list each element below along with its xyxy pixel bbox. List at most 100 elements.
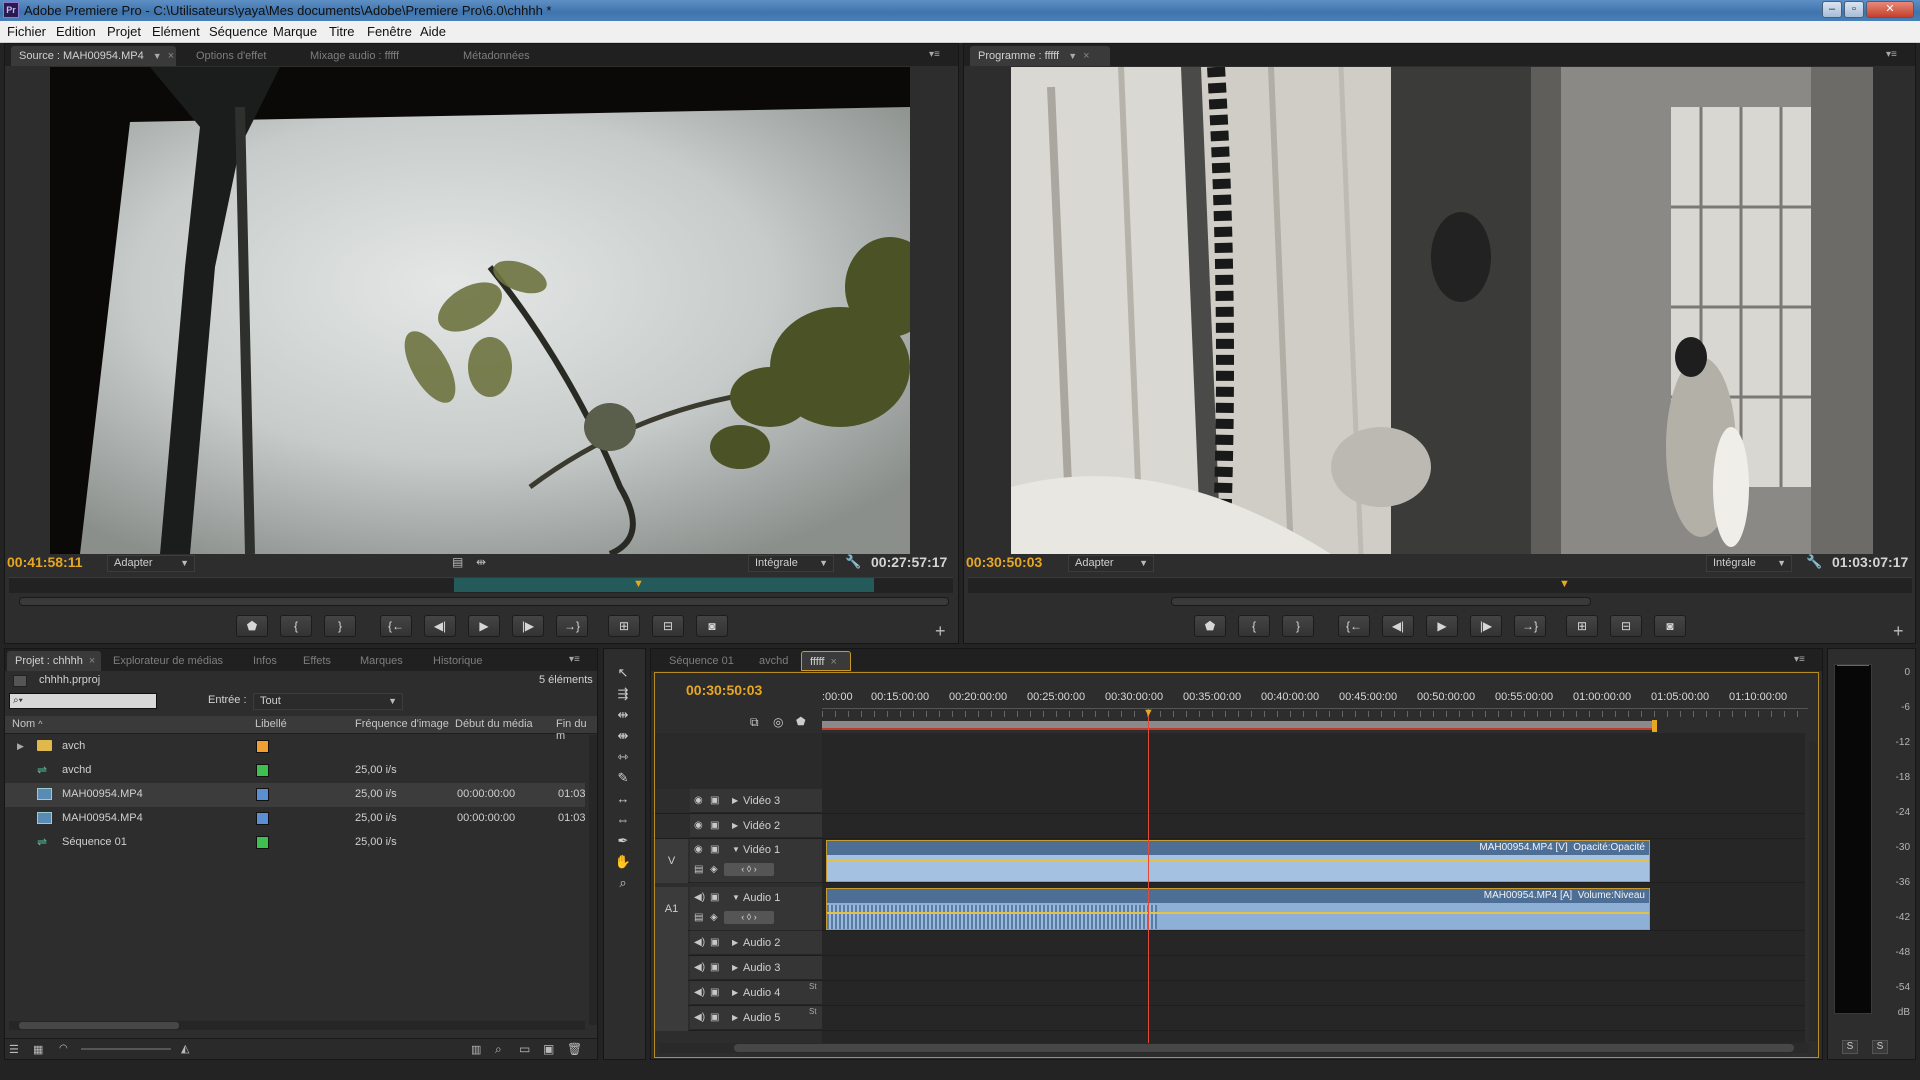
project-search-input[interactable]: ⌕▾ [9, 693, 157, 709]
tab-fffff[interactable]: fffff × [801, 651, 851, 671]
lock-icon[interactable]: ▣ [710, 987, 719, 998]
project-item-avchd[interactable]: ⇌ avchd 25,00 i/s [5, 759, 585, 783]
program-go-to-out-button[interactable]: →} [1514, 615, 1546, 637]
program-go-to-in-button[interactable]: {← [1338, 615, 1370, 637]
track-target-slot[interactable] [655, 981, 688, 1006]
source-zoom-select[interactable]: Adapter ▼ [107, 555, 195, 572]
overwrite-button[interactable]: ⊟ [652, 615, 684, 637]
track-target-slot[interactable] [655, 956, 688, 981]
lock-icon[interactable]: ▣ [710, 937, 719, 948]
timeline-vertical-scrollbar[interactable] [1809, 741, 1817, 1041]
lock-icon[interactable]: ▣ [710, 844, 719, 855]
speaker-icon[interactable]: ◀) [694, 1012, 705, 1023]
source-timecode[interactable]: 00:41:58:11 [7, 554, 83, 570]
expand-arrow-icon[interactable]: ▶ [732, 796, 738, 805]
speaker-icon[interactable]: ◀) [694, 962, 705, 973]
track-target-slot[interactable] [655, 931, 688, 956]
new-item-icon[interactable]: ▣ [543, 1042, 554, 1056]
project-item-mah00954-1[interactable]: MAH00954.MP4 25,00 i/s 00:00:00:00 01:03 [5, 783, 586, 807]
tab-media-browser[interactable]: Explorateur de médias [105, 651, 223, 671]
program-step-forward-button[interactable]: |▶ [1470, 615, 1502, 637]
add-button-icon[interactable]: + [935, 621, 946, 642]
maximize-button[interactable]: ▫ [1844, 1, 1864, 18]
tab-avchd[interactable]: avchd [751, 651, 788, 671]
project-panel-menu-icon[interactable]: ▾≡ [569, 654, 583, 665]
display-style-icon[interactable]: ▤ [694, 864, 703, 875]
rolling-edit-tool-icon[interactable]: ⇼ [613, 728, 633, 746]
lock-icon[interactable]: ▣ [710, 1012, 719, 1023]
source-quality-select[interactable]: Intégrale ▼ [748, 555, 834, 572]
drag-audio-icon[interactable]: ⇹ [476, 555, 486, 569]
col-media-start[interactable]: Début du média [455, 718, 533, 730]
speaker-icon[interactable]: ◀) [694, 987, 705, 998]
eye-icon[interactable]: ◉ [694, 820, 703, 831]
tab-effects[interactable]: Effets [295, 651, 331, 671]
track-audio-3[interactable]: ◀) ▣ ▶ Audio 3 [655, 956, 1805, 981]
insert-button[interactable]: ⊞ [608, 615, 640, 637]
menu-marque[interactable]: Marque [273, 24, 317, 39]
source-video-frame[interactable] [50, 67, 910, 554]
play-button[interactable]: ▶ [468, 615, 500, 637]
add-marker-icon[interactable]: ⬟ [796, 715, 806, 728]
export-frame-camera-icon[interactable]: ◙ [696, 615, 728, 637]
program-step-back-button[interactable]: ◀| [1382, 615, 1414, 637]
menu-fichier[interactable]: Fichier [7, 24, 46, 39]
minimize-button[interactable]: – [1822, 1, 1842, 18]
tab-sequence-01[interactable]: Séquence 01 [661, 651, 734, 671]
expand-arrow-icon[interactable]: ▶ [17, 741, 24, 752]
audio-clip[interactable]: MAH00954.MP4 [A] Volume:Niveau [826, 888, 1650, 930]
track-video-1[interactable]: V ◉ ▣ ▼ Vidéo 1 ▤ ◈ ‹ ◊ › MAH00954.MP4 [… [655, 839, 1805, 883]
track-audio-2[interactable]: ◀) ▣ ▶ Audio 2 [655, 931, 1805, 956]
project-item-mah00954-2[interactable]: MAH00954.MP4 25,00 i/s 00:00:00:00 01:03 [5, 807, 586, 831]
list-view-icon[interactable]: ☰ [9, 1043, 19, 1056]
menu-fenetre[interactable]: Fenêtre [367, 24, 412, 39]
track-target-slot[interactable] [655, 1006, 688, 1031]
expand-arrow-icon[interactable]: ▶ [732, 938, 738, 947]
track-select-tool-icon[interactable]: ⇶ [613, 686, 633, 704]
zoom-slider[interactable] [81, 1048, 171, 1050]
timeline-timecode[interactable]: 00:30:50:03 [686, 682, 762, 698]
track-video-2[interactable]: ◉ ▣ ▶ Vidéo 2 [655, 814, 1805, 839]
mark-in-button[interactable]: { [280, 615, 312, 637]
mark-out-button[interactable]: } [324, 615, 356, 637]
waveform-display-icon[interactable]: ▤ [694, 912, 703, 923]
project-item-avch[interactable]: ▶ avch [5, 735, 585, 759]
automate-to-sequence-icon[interactable]: ▥ [471, 1043, 481, 1056]
program-zoom-select[interactable]: Adapter ▼ [1068, 555, 1154, 572]
program-settings-wrench-icon[interactable]: 🔧 [1806, 554, 1822, 570]
close-button[interactable]: ✕ [1866, 1, 1914, 18]
speaker-icon[interactable]: ◀) [694, 937, 705, 948]
hand-tool-icon[interactable]: ✋ [613, 854, 633, 872]
work-area-end-handle[interactable] [1652, 720, 1657, 732]
solo-right-button[interactable]: S [1872, 1040, 1888, 1054]
go-to-out-button[interactable]: →} [556, 615, 588, 637]
program-export-frame-camera-icon[interactable]: ◙ [1654, 615, 1686, 637]
project-item-sequence-01[interactable]: ⇌ Séquence 01 25,00 i/s [5, 831, 585, 855]
tab-program[interactable]: Programme : fffff ▼ × [970, 46, 1110, 66]
tab-metadata[interactable]: Métadonnées [455, 46, 530, 66]
expand-arrow-icon[interactable]: ▶ [732, 963, 738, 972]
new-bin-icon[interactable]: ▭ [519, 1042, 530, 1056]
keyframe-toggle-icon[interactable]: ◈ [710, 864, 718, 875]
go-to-in-button[interactable]: {← [380, 615, 412, 637]
keyframe-toggle-icon[interactable]: ◈ [710, 912, 718, 923]
tab-markers[interactable]: Marques [352, 651, 403, 671]
menu-projet[interactable]: Projet [107, 24, 141, 39]
timeline-horizontal-scrollbar[interactable] [659, 1043, 1809, 1053]
source-playhead[interactable]: ▼ [633, 578, 644, 590]
menu-titre[interactable]: Titre [329, 24, 355, 39]
label-swatch[interactable] [256, 764, 269, 777]
snap-icon[interactable]: ⧉ [750, 715, 759, 730]
timeline-ruler[interactable]: :00:00 00:15:00:00 00:20:00:00 00:25:00:… [822, 691, 1808, 709]
expand-arrow-icon[interactable]: ▶ [732, 988, 738, 997]
tab-history[interactable]: Historique [425, 651, 483, 671]
slide-tool-icon[interactable]: ⇔ [613, 812, 633, 830]
menu-element[interactable]: Elément [152, 24, 200, 39]
extract-button[interactable]: ⊟ [1610, 615, 1642, 637]
zoom-out-icon[interactable]: ◠ [59, 1043, 68, 1054]
selection-tool-icon[interactable]: ↖ [613, 665, 633, 683]
timeline-playhead-line[interactable] [1148, 709, 1149, 1045]
program-mark-in-button[interactable]: { [1238, 615, 1270, 637]
eye-icon[interactable]: ◉ [694, 795, 703, 806]
label-swatch[interactable] [256, 740, 269, 753]
